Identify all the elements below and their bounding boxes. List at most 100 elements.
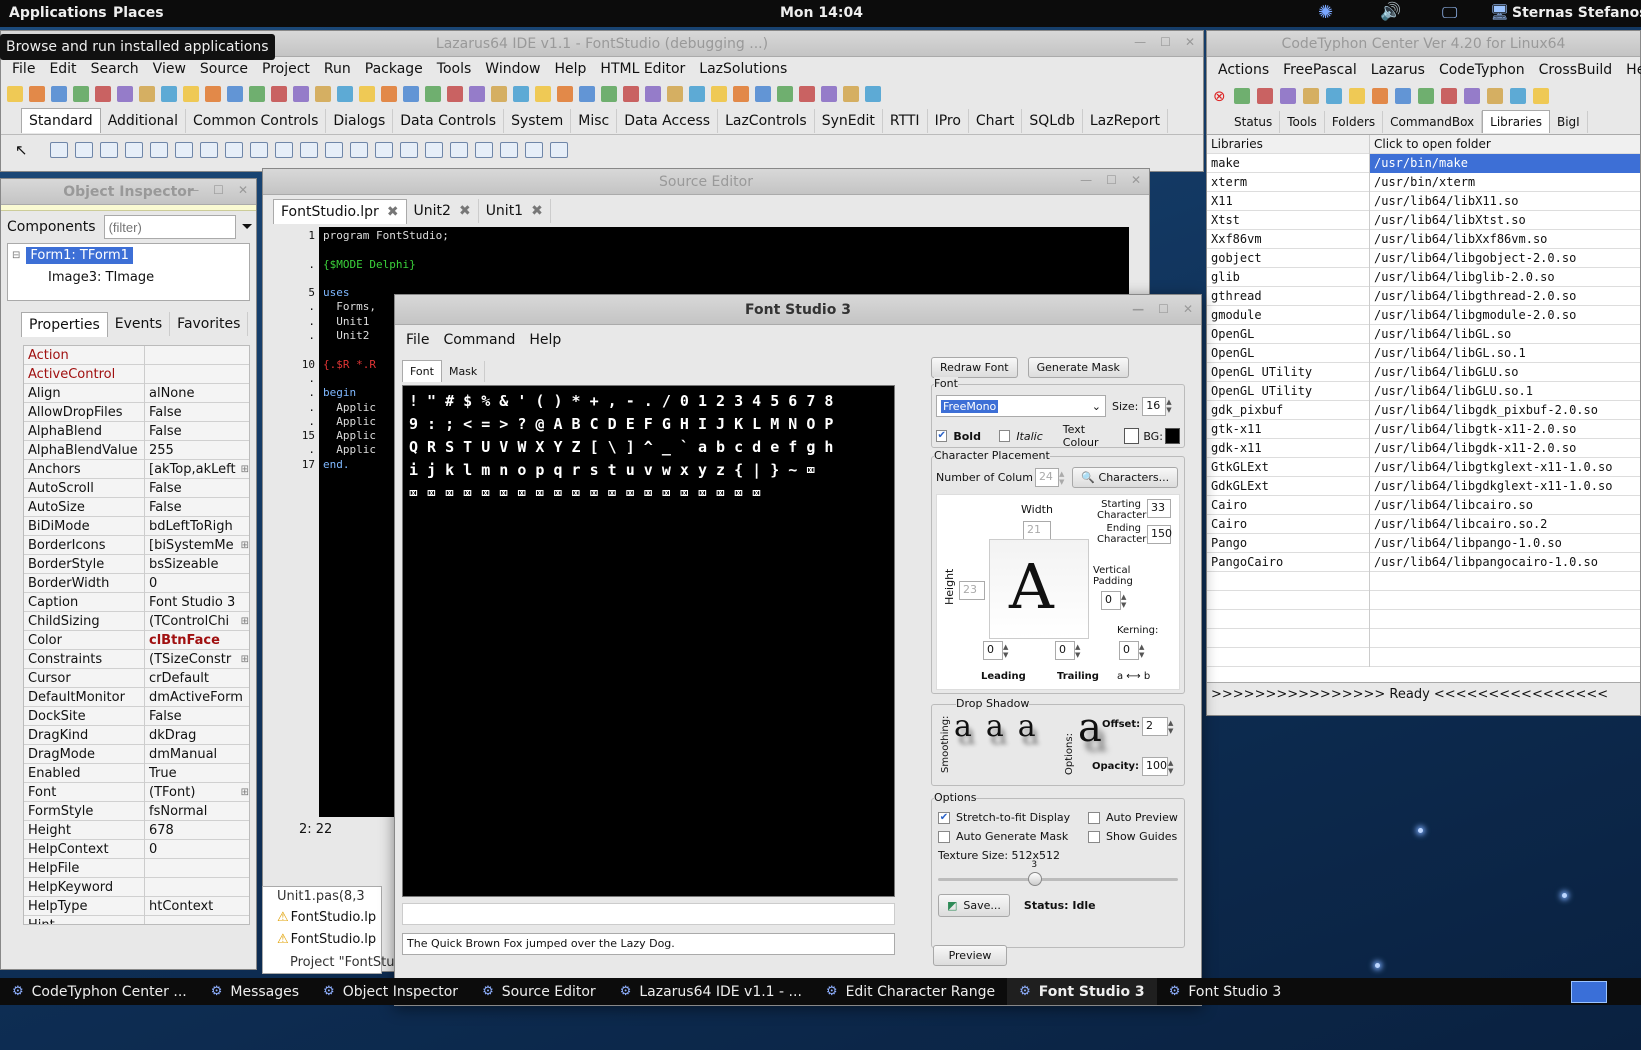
component-icon[interactable] — [449, 142, 468, 158]
toolbar-icon[interactable] — [73, 86, 89, 102]
toolbar-icon[interactable] — [645, 86, 661, 102]
tree-node[interactable]: ⊟ Form1: TForm1 — [8, 244, 249, 266]
menu-view[interactable]: View — [146, 61, 193, 77]
toolbar-icon[interactable] — [29, 86, 45, 102]
tab-commandbox[interactable]: CommandBox — [1383, 110, 1483, 133]
filter-icon[interactable]: ⏷ — [242, 219, 253, 235]
toolbar-icon[interactable] — [711, 86, 727, 102]
toolbar-icon[interactable] — [623, 86, 639, 102]
library-path[interactable]: /usr/bin/make — [1370, 154, 1640, 173]
menu-project[interactable]: Project — [255, 61, 317, 77]
library-row[interactable]: Xtst/usr/lib64/libXtst.so — [1207, 210, 1640, 230]
property-row[interactable]: DragKind dkDrag — [24, 725, 249, 745]
toolbar-icon[interactable] — [535, 86, 551, 102]
volume-icon[interactable]: 🔊 — [1380, 2, 1401, 22]
component-icon[interactable] — [249, 142, 268, 158]
toolbar-icon[interactable] — [755, 86, 771, 102]
taskbar-item[interactable]: ⚙ Font Studio 3 — [1007, 978, 1157, 1005]
menu-lazarus[interactable]: Lazarus — [1364, 62, 1432, 78]
taskbar-item[interactable]: ⚙ Messages — [199, 978, 311, 1005]
source-titlebar[interactable]: Source Editor — ☐ ✕ — [263, 169, 1149, 195]
library-path[interactable]: /usr/lib64/libcairo.so — [1370, 496, 1640, 515]
palette-tab-ipro[interactable]: IPro — [928, 108, 969, 133]
palette-tab-chart[interactable]: Chart — [969, 108, 1023, 133]
source-tab-fontstudio-lpr[interactable]: FontStudio.lpr ✖ — [273, 198, 407, 224]
menu-help[interactable]: Help — [522, 332, 568, 348]
menu-help[interactable]: Help — [548, 61, 594, 77]
source-tab-unit1[interactable]: Unit1 ✖ — [479, 199, 551, 223]
property-value[interactable]: clBtnFace — [144, 630, 249, 650]
toolbar-icon[interactable] — [1325, 88, 1342, 104]
menu-actions[interactable]: Actions — [1211, 62, 1276, 78]
toolbar-icon[interactable] — [557, 86, 573, 102]
show-guides-checkbox[interactable] — [1088, 830, 1100, 843]
library-path[interactable]: /usr/lib64/libgtk-x11-2.0.so — [1370, 420, 1640, 439]
property-row[interactable]: DockSite False — [24, 706, 249, 726]
library-row[interactable]: gmodule/usr/lib64/libgmodule-2.0.so — [1207, 305, 1640, 325]
property-row[interactable]: ChildSizing (TControlChi ⊞ — [24, 611, 249, 631]
expand-icon[interactable]: ⊞ — [241, 616, 249, 627]
expand-icon[interactable]: ⊞ — [241, 464, 249, 475]
close-icon[interactable]: ✖ — [387, 204, 399, 220]
toolbar-icon[interactable] — [293, 86, 309, 102]
components-filter-input[interactable] — [103, 215, 236, 239]
library-row[interactable]: OpenGL/usr/lib64/libGL.so.1 — [1207, 343, 1640, 363]
library-path[interactable]: /usr/bin/xterm — [1370, 173, 1640, 192]
clock[interactable]: Mon 14:04 — [780, 5, 863, 21]
library-path[interactable]: /usr/lib64/libpango-1.0.so — [1370, 534, 1640, 553]
bg-colour-swatch[interactable] — [1164, 428, 1181, 444]
property-value[interactable]: [biSystemMe — [144, 535, 249, 555]
component-icon[interactable] — [149, 142, 168, 158]
codetyphon-titlebar[interactable]: CodeTyphon Center Ver 4.20 for Linux64 — [1207, 31, 1640, 57]
close-icon[interactable]: ✖ — [459, 203, 471, 219]
source-tab-unit2[interactable]: Unit2 ✖ — [407, 199, 479, 223]
slider-thumb[interactable] — [1028, 872, 1043, 886]
toolbar-icon[interactable] — [7, 86, 23, 102]
property-value[interactable]: 678 — [144, 820, 249, 840]
library-path[interactable]: /usr/lib64/libgdkglext-x11-1.0.so — [1370, 477, 1640, 496]
property-value[interactable] — [144, 877, 249, 897]
property-row[interactable]: Hint — [24, 915, 249, 924]
property-value[interactable] — [144, 915, 249, 924]
property-row[interactable]: BiDiMode bdLeftToRigh — [24, 516, 249, 536]
library-path[interactable]: /usr/lib64/libXxf86vm.so — [1370, 230, 1640, 249]
minimize-icon[interactable]: — — [1134, 35, 1146, 49]
taskbar-item[interactable]: ⚙ Source Editor — [470, 978, 608, 1005]
property-value[interactable]: 255 — [144, 440, 249, 460]
toolbar-icon[interactable] — [689, 86, 705, 102]
property-value[interactable]: dmActiveForm — [144, 687, 249, 707]
property-row[interactable]: AutoSize False — [24, 497, 249, 517]
property-row[interactable]: HelpFile — [24, 858, 249, 878]
tab-tools[interactable]: Tools — [1280, 110, 1325, 133]
column-header[interactable]: Libraries — [1207, 134, 1370, 154]
component-icon[interactable] — [224, 142, 243, 158]
column-header[interactable]: Click to open folder — [1370, 135, 1640, 154]
property-row[interactable]: FormStyle fsNormal — [24, 801, 249, 821]
taskbar-item[interactable]: ⚙ Edit Character Range — [814, 978, 1007, 1005]
toolbar-icon[interactable] — [117, 86, 133, 102]
palette-tab-dialogs[interactable]: Dialogs — [326, 108, 394, 133]
menu-command[interactable]: Command — [436, 332, 522, 348]
property-value[interactable] — [144, 858, 249, 878]
property-row[interactable]: AlphaBlendValue 255 — [24, 440, 249, 460]
tab-events[interactable]: Events — [108, 312, 171, 336]
property-row[interactable]: Color clBtnFace — [24, 630, 249, 650]
property-value[interactable]: (TSizeConstr — [144, 649, 249, 669]
maximize-icon[interactable]: ☐ — [1160, 35, 1171, 49]
property-value[interactable]: dmManual — [144, 744, 249, 764]
toolbar-icon[interactable] — [799, 86, 815, 102]
menu-html-editor[interactable]: HTML Editor — [593, 61, 692, 77]
component-icon[interactable] — [374, 142, 393, 158]
property-value[interactable]: bdLeftToRigh — [144, 516, 249, 536]
component-icon[interactable] — [49, 142, 68, 158]
toolbar-icon[interactable] — [337, 86, 353, 102]
close-icon[interactable]: ✕ — [238, 183, 248, 197]
component-icon[interactable] — [274, 142, 293, 158]
tab-font[interactable]: Font — [402, 360, 442, 382]
taskbar-item[interactable]: ⚙ Font Studio 3 — [1157, 978, 1294, 1005]
tree-node[interactable]: Image3: TImage — [8, 266, 249, 288]
property-row[interactable]: Caption Font Studio 3 — [24, 592, 249, 612]
toolbar-icon[interactable] — [579, 86, 595, 102]
property-row[interactable]: AlphaBlend False — [24, 421, 249, 441]
library-row[interactable]: gobject/usr/lib64/libgobject-2.0.so — [1207, 248, 1640, 268]
